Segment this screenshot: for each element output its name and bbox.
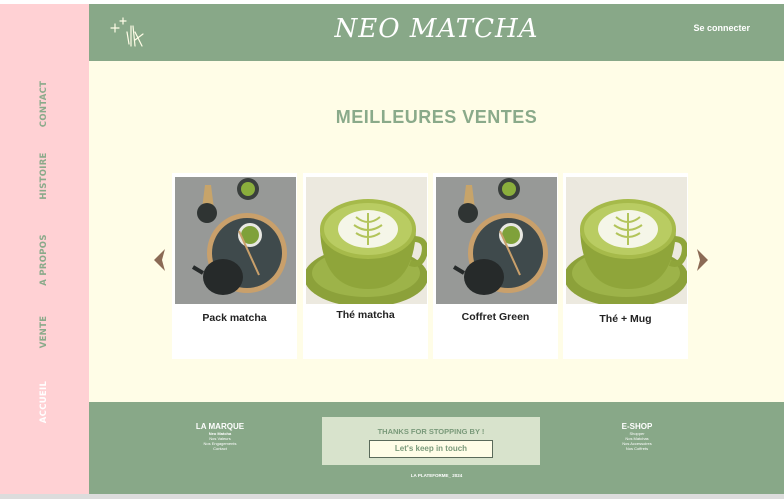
footer-shop-title: E-SHOP: [621, 422, 653, 431]
product-card[interactable]: Thé + Mug: [563, 173, 688, 359]
chevron-left-icon[interactable]: [153, 248, 167, 272]
sidebar-item-vente[interactable]: VENTE: [39, 316, 49, 349]
header: NEO MATCHA Se connecter: [89, 4, 784, 61]
brand-title: NEO MATCHA: [334, 14, 539, 44]
product-card[interactable]: Pack matcha: [172, 173, 297, 359]
keep-in-touch-button[interactable]: Let's keep in touch: [369, 440, 493, 458]
sidebar: CONTACT HISTOIRE A PROPOS VENTE ACCUEIL: [0, 4, 89, 494]
product-image: [436, 177, 557, 304]
footer-shop-column: E-SHOP Shopper Nos Matchas Nos Accessoir…: [602, 422, 672, 451]
footer: LA MARQUE Neo Matcha Nos Valeurs Nos Eng…: [89, 402, 784, 494]
product-image: [306, 177, 427, 304]
footer-brand-column: LA MARQUE Neo Matcha Nos Valeurs Nos Eng…: [185, 422, 255, 451]
product-image: [175, 177, 296, 304]
main-content: MEILLEURES VENTES Pack matcha Thé matcha…: [89, 61, 784, 402]
footer-link[interactable]: Nos Coffrets: [602, 446, 672, 451]
product-card[interactable]: Coffret Green: [433, 173, 558, 359]
contact-title: THANKS FOR STOPPING BY !: [377, 427, 485, 436]
product-name: Pack matcha: [202, 312, 267, 324]
product-card[interactable]: Thé matcha: [303, 173, 428, 359]
product-name: Coffret Green: [461, 311, 530, 323]
copyright: LA PLATEFORME_ 2024: [410, 473, 463, 478]
sidebar-item-a-propos[interactable]: A PROPOS: [39, 234, 49, 286]
product-image: [566, 177, 687, 304]
product-name: Thé + Mug: [599, 313, 652, 325]
sidebar-item-histoire[interactable]: HISTOIRE: [39, 152, 49, 199]
sidebar-item-accueil[interactable]: ACCUEIL: [39, 381, 49, 423]
section-title: MEILLEURES VENTES: [335, 107, 538, 127]
contact-box: THANKS FOR STOPPING BY ! Let's keep in t…: [322, 417, 540, 465]
sidebar-item-contact[interactable]: CONTACT: [39, 81, 49, 127]
product-name: Thé matcha: [336, 309, 395, 321]
footer-brand-title: LA MARQUE: [195, 422, 245, 431]
footer-link[interactable]: Contact: [185, 446, 255, 451]
login-link[interactable]: Se connecter: [693, 23, 750, 33]
bottom-divider: [0, 494, 784, 499]
chevron-right-icon[interactable]: [695, 248, 709, 272]
